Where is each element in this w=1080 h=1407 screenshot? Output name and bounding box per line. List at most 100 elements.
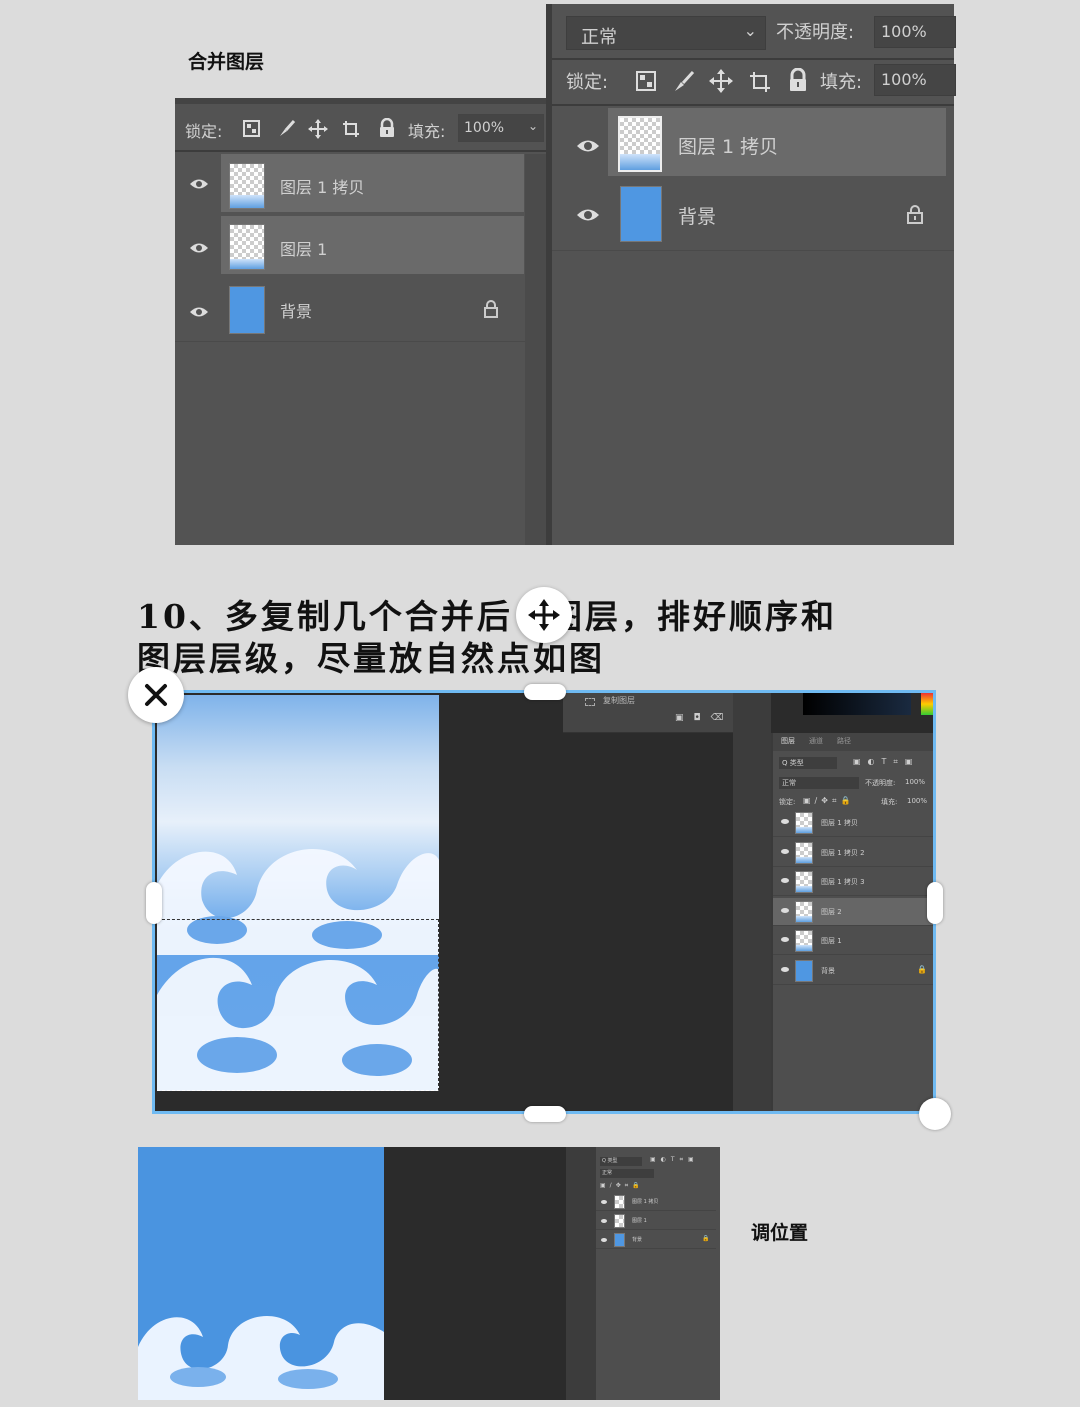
move-handle-icon[interactable] [516,587,572,643]
lock-all-icon[interactable] [788,67,808,96]
filter-icons[interactable]: ▣◐T⌗▣ [650,1156,699,1164]
panel-divider [552,104,954,106]
visibility-eye-icon[interactable] [189,240,209,259]
filter-select[interactable]: Q 类型 [600,1157,642,1166]
layer-filter-select[interactable]: Q 类型 [779,757,837,769]
history-checkbox-icon [585,698,595,706]
layer-thumbnail [618,116,662,172]
panel-divider [175,341,525,342]
layer-name: 图层 1 拷贝 3 [821,878,865,886]
lock-icons[interactable]: ▣∕✥⌗🔒 [600,1182,644,1190]
layer-row[interactable]: 图层 1 拷贝 [773,809,933,837]
step-caption-part: 图层，排好顺序和 [548,597,837,636]
lock-brush-icon[interactable] [672,69,696,97]
blend-mode-select[interactable]: 正常 [779,777,859,789]
lock-transparent-icon[interactable] [636,71,656,95]
fill-value[interactable]: 100% [907,797,927,805]
lock-icons[interactable]: ▣∕✥⌗🔒 [803,796,854,806]
visibility-eye-icon[interactable] [781,937,789,942]
lock-label: 锁定: [779,798,796,806]
visibility-eye-icon[interactable] [576,138,600,158]
tab-layers[interactable]: 图层 [781,736,795,746]
layer-row[interactable]: 图层 1 拷贝 3 [773,868,933,896]
layer-name: 图层 1 [821,937,842,945]
layer-name: 背景 [821,966,835,975]
thumbnail-wave [796,856,812,863]
chevron-down-icon[interactable]: ⌄ [744,21,757,40]
opacity-value: 100% [881,22,927,41]
right-layers-panel: 正常 ⌄ 不透明度: 100% 锁定: 填充: 100% 图层 1 拷贝 背景 [546,4,956,545]
resize-handle-right[interactable] [927,882,943,924]
filter-icons[interactable]: ▣◐T⌗▣ [853,757,920,767]
resize-handle-top[interactable] [524,684,566,700]
layer-row[interactable]: 图层 1 拷贝 [175,154,525,214]
lock-artboard-icon[interactable] [341,119,361,139]
layer-row[interactable]: 图层 1 [596,1212,716,1230]
layer-thumbnail [229,286,265,334]
resize-handle-left[interactable] [146,882,162,924]
layer-name: 图层 1 [632,1218,647,1224]
chevron-down-icon[interactable]: ⌄ [528,119,538,133]
layer-row-highlight [221,216,524,274]
visibility-eye-icon[interactable] [601,1200,607,1204]
layer-row[interactable]: 图层 1 拷贝 [596,1193,716,1211]
lock-move-icon[interactable] [307,118,329,140]
lock-move-icon[interactable] [708,68,734,98]
history-icons[interactable]: ▣◘⌫ [675,713,733,723]
close-button[interactable] [128,667,184,723]
merge-layers-label: 合并图层 [188,51,265,73]
wave-canvas-image [157,695,439,1091]
resize-handle-corner[interactable] [919,1098,951,1130]
panel-tabs: 图层 通道 路径 [773,733,933,751]
lock-all-icon[interactable] [378,117,396,138]
blend-mode-value: 正常 [581,27,617,48]
visibility-eye-icon[interactable] [781,966,789,972]
layer-thumbnail [795,812,813,834]
visibility-eye-icon[interactable] [601,1219,607,1223]
panel-scrollbar[interactable] [525,154,547,545]
layer-row[interactable]: 图层 1 拷贝 2 [773,839,933,867]
visibility-eye-icon[interactable] [781,878,789,883]
layer-row[interactable]: 图层 1 [773,927,933,955]
thumbnail-wave [796,886,812,892]
visibility-eye-icon[interactable] [781,819,789,824]
layer-thumbnail [795,930,813,952]
visibility-eye-icon[interactable] [781,848,789,854]
lock-brush-icon[interactable] [277,118,297,138]
blend-mode-select[interactable]: 正常 [600,1169,654,1178]
layer-name: 图层 1 [280,240,328,259]
fill-value-field[interactable]: 100% ⌄ [458,114,544,142]
visibility-eye-icon[interactable] [576,207,600,227]
layer-name: 背景 [280,302,313,321]
resize-handle-bottom[interactable] [524,1106,566,1122]
selection-marquee [157,919,439,1091]
visibility-eye-icon[interactable] [189,176,209,195]
lock-artboard-icon[interactable] [748,70,772,98]
lock-label: 锁定: [185,122,223,141]
layer-row[interactable]: 背景 [552,180,954,250]
fill-value: 100% [881,70,927,89]
opacity-value[interactable]: 100% [905,778,925,786]
fill-field[interactable]: 100% [874,64,956,96]
visibility-eye-icon[interactable] [781,907,789,913]
close-icon [145,684,167,706]
visibility-eye-icon[interactable] [601,1238,607,1242]
visibility-eye-icon[interactable] [189,304,209,323]
layer-row[interactable]: 背景 🔒 [773,957,933,985]
layer-name: 背景 [632,1237,643,1243]
layer-row[interactable]: 图层 1 [175,216,525,276]
layer-row[interactable]: 图层 2 [773,897,933,926]
layer-row[interactable]: 背景 🔒 [596,1231,716,1249]
tab-paths[interactable]: 路径 [837,736,851,746]
blend-mode-select[interactable]: 正常 ⌄ [566,16,766,50]
opacity-field[interactable]: 100% [874,16,956,48]
tab-channels[interactable]: 通道 [809,736,823,746]
left-layers-panel: 锁定: 填充: 100% ⌄ 图层 1 拷贝 图层 1 背景 [175,98,550,545]
fill-label: 填充: [408,122,446,141]
step-caption-part: 10、多复制几个合并后 [137,597,513,636]
layer-row[interactable]: 图层 1 拷贝 [552,108,954,178]
blue-canvas-image [138,1147,384,1400]
layer-row[interactable]: 背景 [175,280,525,340]
lock-icon [906,204,924,228]
lock-transparent-icon[interactable] [243,120,260,137]
